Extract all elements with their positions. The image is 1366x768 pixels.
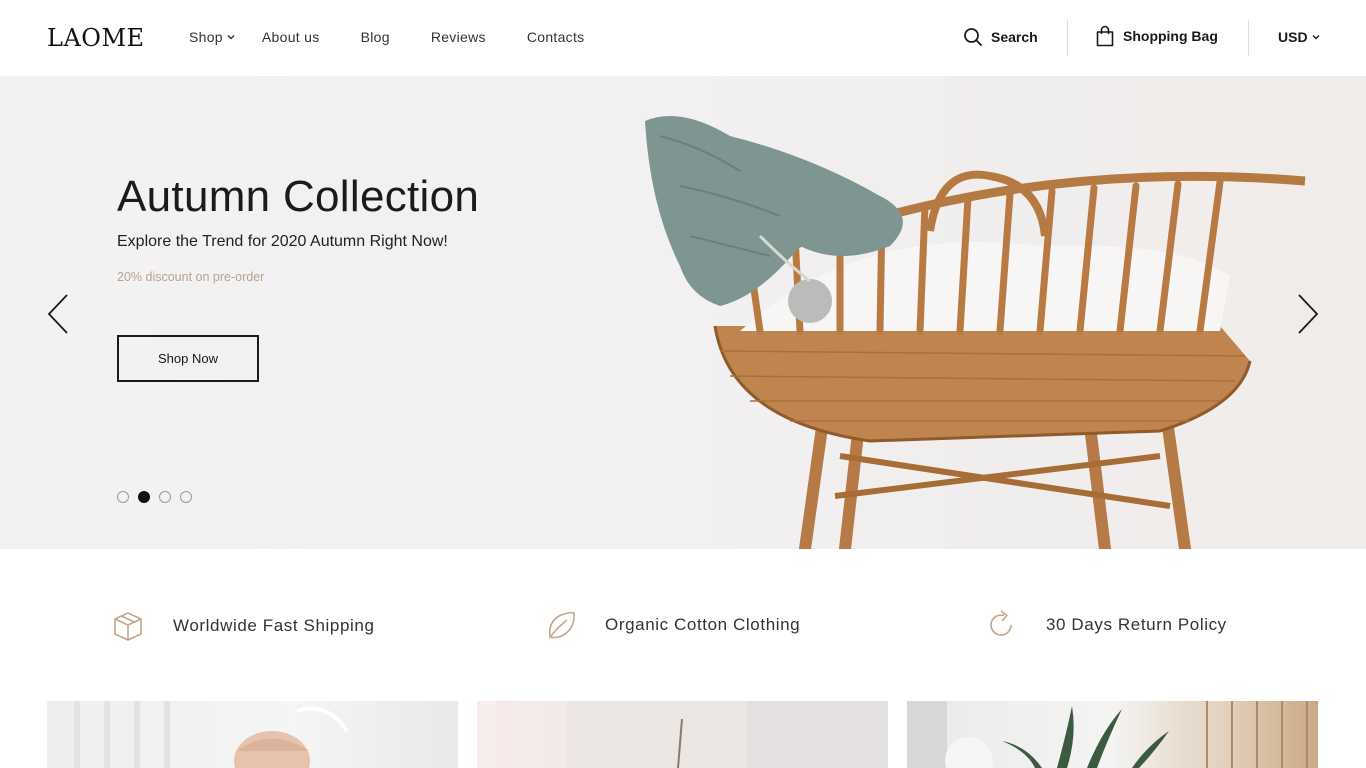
card-image-plant: [907, 701, 1308, 768]
category-card[interactable]: [907, 701, 1318, 768]
header-divider: [1067, 20, 1068, 56]
slider-dot[interactable]: [180, 491, 192, 503]
hero-slider: Autumn Collection Explore the Trend for …: [0, 76, 1366, 549]
brand-logo[interactable]: LAOME: [47, 24, 145, 52]
feature-organic: Organic Cotton Clothing: [545, 609, 800, 641]
feature-label: Worldwide Fast Shipping: [173, 616, 375, 635]
category-card[interactable]: [47, 701, 458, 768]
chevron-left-icon: [47, 294, 68, 334]
header-divider: [1248, 20, 1249, 56]
slider-dots: [117, 491, 192, 503]
card-image-decor: [567, 701, 888, 768]
shopping-bag-icon: [1096, 25, 1114, 47]
category-cards: [0, 701, 1366, 768]
feature-shipping: Worldwide Fast Shipping: [111, 609, 375, 643]
shopping-bag-label: Shopping Bag: [1123, 28, 1218, 44]
chevron-right-icon: [1298, 294, 1319, 334]
shop-now-button[interactable]: Shop Now: [117, 335, 259, 382]
nav-item-reviews[interactable]: Reviews: [431, 29, 486, 45]
hero-title: Autumn Collection: [117, 172, 480, 221]
nav-item-blog[interactable]: Blog: [361, 29, 390, 45]
site-header: LAOME Shop About us Blog Reviews Contact…: [0, 0, 1366, 76]
feature-label: 30 Days Return Policy: [1046, 615, 1227, 634]
chevron-down-icon: [227, 35, 235, 40]
main-nav: Shop About us Blog Reviews Contacts: [189, 29, 584, 45]
search-icon: [964, 28, 982, 46]
hero-image-wicker-bassinet: [620, 76, 1366, 549]
nav-item-label: Shop: [189, 29, 223, 45]
chevron-down-icon: [1312, 35, 1320, 40]
nav-item-contacts[interactable]: Contacts: [527, 29, 585, 45]
search-label: Search: [991, 29, 1038, 45]
nav-item-label: Contacts: [526, 29, 585, 45]
slider-dot[interactable]: [117, 491, 129, 503]
slider-prev-button[interactable]: [46, 293, 70, 335]
category-card[interactable]: [477, 701, 888, 768]
shopping-bag-button[interactable]: Shopping Bag: [1095, 25, 1218, 47]
currency-selector[interactable]: USD: [1278, 29, 1321, 45]
slider-next-button[interactable]: [1296, 293, 1320, 335]
slider-dot-active[interactable]: [138, 491, 150, 503]
nav-item-label: Reviews: [430, 29, 486, 45]
feature-returns: 30 Days Return Policy: [986, 609, 1227, 641]
nav-item-about[interactable]: About us: [262, 29, 320, 45]
slider-dot[interactable]: [159, 491, 171, 503]
leaf-icon: [548, 611, 575, 639]
nav-item-shop[interactable]: Shop: [189, 29, 236, 45]
nav-item-label: Blog: [360, 29, 390, 45]
hero-subtitle: Explore the Trend for 2020 Autumn Right …: [117, 233, 448, 250]
search-button[interactable]: Search: [963, 27, 1038, 47]
return-arrow-icon: [990, 610, 1012, 636]
currency-label: USD: [1278, 29, 1308, 45]
box-icon: [114, 612, 142, 641]
hero-discount-text: 20% discount on pre-order: [117, 270, 265, 284]
card-image-baby: [74, 701, 349, 768]
nav-item-label: About us: [261, 29, 320, 45]
features-strip: Worldwide Fast Shipping Organic Cotton C…: [0, 549, 1366, 701]
feature-label: Organic Cotton Clothing: [605, 615, 801, 634]
